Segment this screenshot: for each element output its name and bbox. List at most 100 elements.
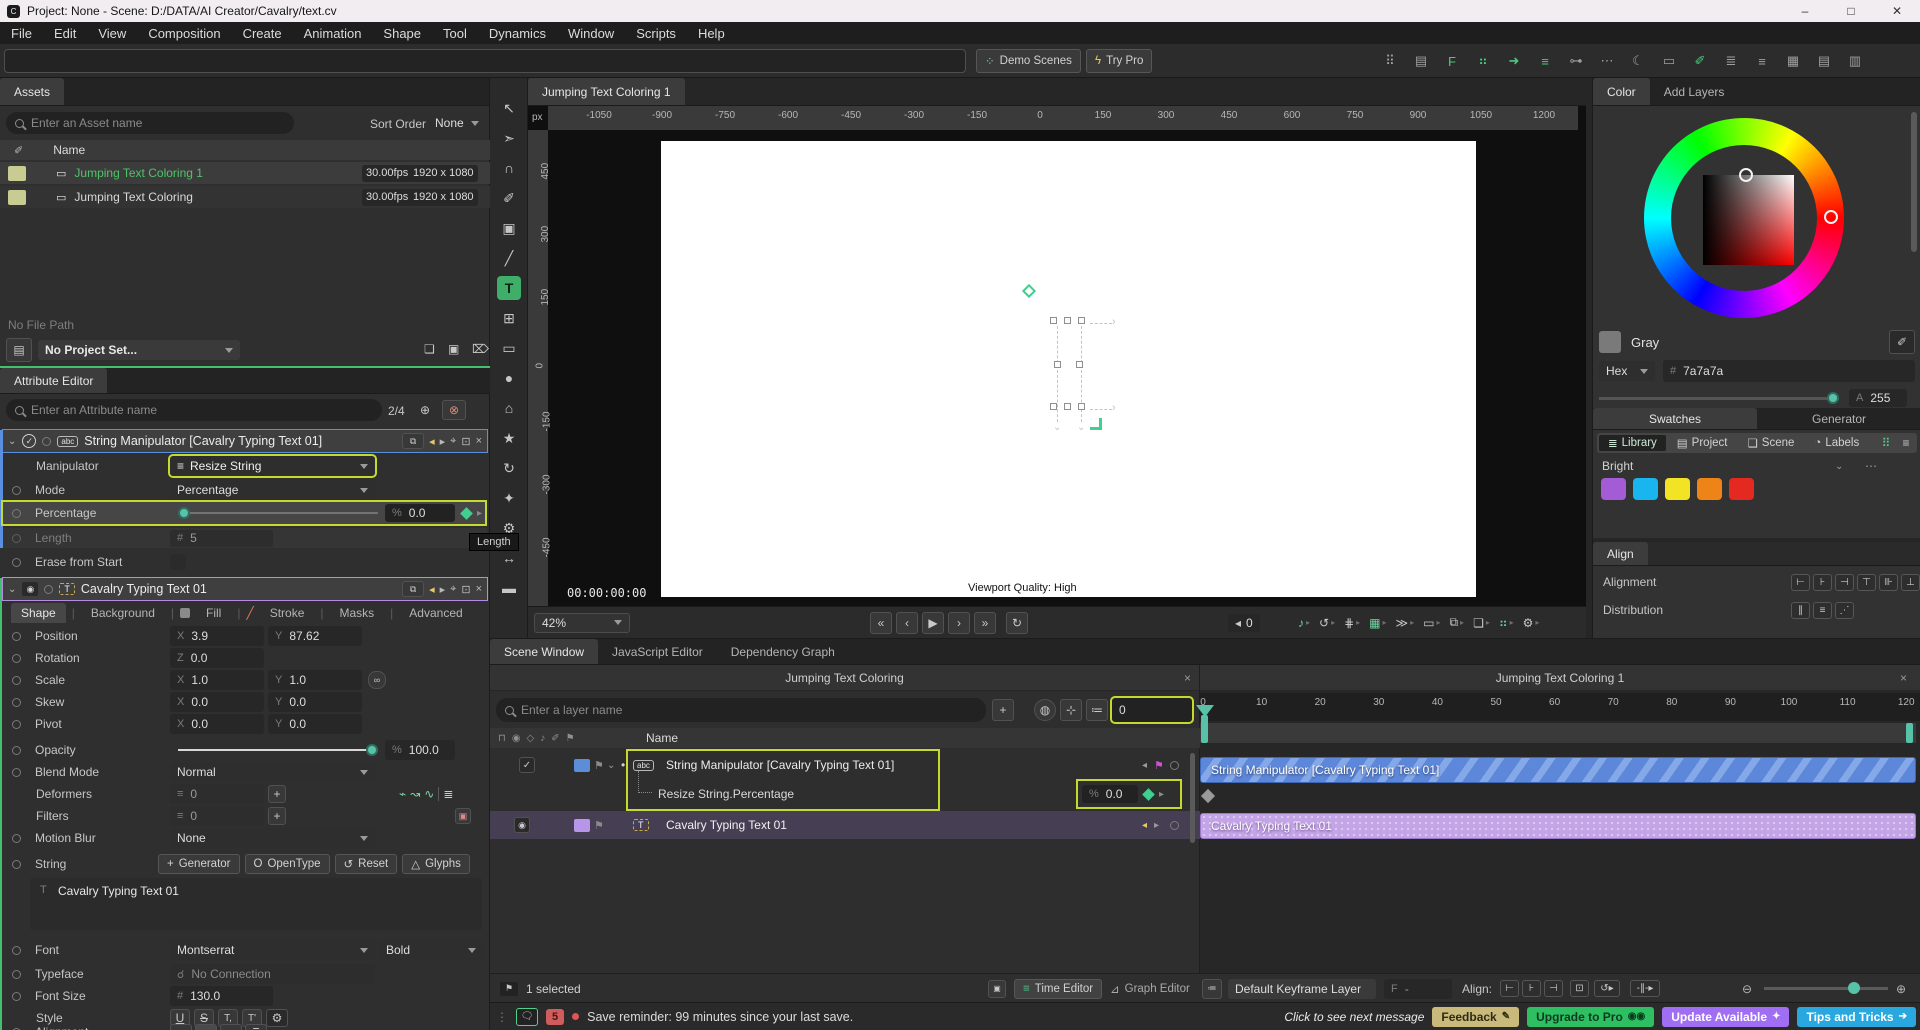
line-tool[interactable]: ╱ bbox=[497, 246, 521, 270]
alpha-handle[interactable] bbox=[1827, 392, 1839, 404]
manipulator-dropdown[interactable]: ≡ Resize String bbox=[170, 456, 375, 476]
select-similar-icon[interactable]: ⊹ bbox=[1060, 699, 1082, 721]
align-horizontal-icon-2[interactable]: ⊣ bbox=[1835, 574, 1854, 591]
swatch-source-scene[interactable]: ❏ Scene bbox=[1738, 435, 1803, 451]
toolbar-icon-9[interactable]: ▭ bbox=[1657, 53, 1681, 69]
viewport-option-icon-9[interactable]: ⚙▸ bbox=[1523, 616, 1540, 630]
more-icon[interactable]: ⋯ bbox=[1865, 459, 1877, 473]
viewport-option-icon-0[interactable]: ♪▸ bbox=[1298, 616, 1310, 630]
sv-selector[interactable] bbox=[1739, 168, 1753, 182]
keyframe-dot[interactable] bbox=[12, 654, 21, 663]
eye-icon[interactable]: ◉ bbox=[512, 733, 521, 744]
project-set-dropdown[interactable]: No Project Set... bbox=[38, 340, 240, 360]
viewport-option-icon-1[interactable]: ↺▸ bbox=[1319, 616, 1335, 630]
skew-x-field[interactable]: X0.0 bbox=[170, 692, 264, 712]
keyframe-dot[interactable] bbox=[12, 632, 21, 641]
keyframe-dot[interactable] bbox=[12, 698, 21, 707]
panel-scrollbar[interactable] bbox=[1911, 112, 1917, 252]
tab-add-layers[interactable]: Add Layers bbox=[1650, 78, 1739, 105]
toolbar-icon-6[interactable]: ⊶ bbox=[1564, 53, 1588, 69]
tab-generator[interactable]: Generator bbox=[1757, 408, 1920, 429]
track-string-manipulator[interactable]: String Manipulator [Cavalry Typing Text … bbox=[1200, 757, 1916, 783]
keyframe-dot[interactable] bbox=[12, 676, 21, 685]
pivot-x-field[interactable]: X0.0 bbox=[170, 714, 264, 734]
add-filter-button[interactable]: + bbox=[268, 807, 286, 825]
font-dropdown[interactable]: Montserrat bbox=[170, 940, 375, 960]
align-vertical-icon-0[interactable]: ⊤ bbox=[1857, 574, 1876, 591]
keyframe-dot[interactable] bbox=[12, 992, 21, 1001]
list-view-icon[interactable]: ≡ bbox=[1897, 436, 1915, 450]
color-filter-icon[interactable]: ◍ bbox=[1034, 699, 1056, 721]
alpha-slider[interactable] bbox=[1599, 397, 1839, 400]
align-keys-center-icon[interactable]: ⊦ bbox=[1522, 980, 1541, 997]
flag-icon[interactable]: ⚑ bbox=[566, 733, 575, 744]
swatch-chip-3[interactable] bbox=[1697, 478, 1722, 500]
toolbar-icon-12[interactable]: ≡ bbox=[1750, 54, 1774, 69]
solo-dot-icon[interactable] bbox=[44, 585, 53, 594]
toolbar-icon-5[interactable]: ≡ bbox=[1533, 54, 1557, 69]
attribute-search-input[interactable]: Enter an Attribute name bbox=[6, 399, 382, 421]
frame-counter-chip[interactable]: ◂0 bbox=[1228, 614, 1260, 632]
select-tool[interactable]: ↖ bbox=[497, 96, 521, 120]
feedback-badge[interactable]: Feedback✎ bbox=[1432, 1007, 1519, 1027]
track-typing-text[interactable]: Cavalry Typing Text 01 bbox=[1200, 813, 1916, 839]
deformer-menu-icon[interactable]: ≣ bbox=[438, 787, 453, 801]
add-layer-button[interactable]: + bbox=[992, 699, 1014, 721]
bend-deformer-icon[interactable]: ⌁ bbox=[399, 787, 406, 801]
generator-button[interactable]: +Generator bbox=[158, 854, 240, 874]
asset-row[interactable]: ▭ Jumping Text Coloring 30.00fps 1920 x … bbox=[0, 186, 490, 208]
close-button[interactable]: ✕ bbox=[1874, 0, 1920, 22]
hue-selector[interactable] bbox=[1824, 210, 1838, 224]
toolbar-icon-14[interactable]: ▤ bbox=[1812, 53, 1836, 69]
timeline-zoom-slider[interactable] bbox=[1764, 987, 1888, 990]
layer-name[interactable]: String Manipulator [Cavalry Typing Text … bbox=[666, 758, 894, 772]
visible-eye-icon[interactable]: ◉ bbox=[514, 817, 530, 833]
trash-icon[interactable]: ⌦ bbox=[472, 342, 489, 356]
pin-icon[interactable]: ⌖ bbox=[450, 435, 456, 448]
reset-button[interactable]: ↺Reset bbox=[335, 854, 398, 874]
frame-range-icon[interactable]: ⊡ bbox=[1570, 980, 1589, 997]
keyframe-diamond-icon[interactable] bbox=[1142, 788, 1155, 801]
scale-x-field[interactable]: X1.0 bbox=[170, 670, 264, 690]
keyframe-dot[interactable] bbox=[12, 558, 21, 567]
keyframe-dot[interactable] bbox=[12, 768, 21, 777]
toolbar-icon-2[interactable]: F bbox=[1440, 54, 1464, 69]
keyframe-dot[interactable] bbox=[12, 509, 21, 518]
camera-tool[interactable]: ▣ bbox=[497, 216, 521, 240]
skip-end-button[interactable]: » bbox=[974, 612, 996, 634]
deformers-field[interactable]: ≡0 bbox=[170, 784, 264, 804]
keyframe-dot[interactable] bbox=[12, 746, 21, 755]
percentage-slider[interactable] bbox=[178, 512, 378, 514]
align-vertical-icon-1[interactable]: ⊪ bbox=[1879, 574, 1898, 591]
command-input[interactable] bbox=[4, 49, 966, 73]
viewport-option-icon-2[interactable]: ⋕▸ bbox=[1344, 616, 1360, 630]
asset-search-input[interactable]: Enter an Asset name bbox=[6, 112, 294, 134]
tips-and-tricks-badge[interactable]: Tips and Tricks➔ bbox=[1797, 1007, 1916, 1027]
swatch-source-library[interactable]: ≣ Library bbox=[1599, 435, 1666, 451]
hex-field[interactable]: #7a7a7a bbox=[1663, 360, 1915, 382]
clear-search-icon[interactable]: ⊗ bbox=[442, 400, 466, 420]
layer-row-percentage[interactable]: Resize String.Percentage %0.0 ▸ bbox=[490, 779, 1200, 809]
prev-icon[interactable]: ◂ bbox=[429, 435, 435, 448]
node-icon[interactable]: ⧉ bbox=[402, 581, 424, 597]
toolbar-icon-0[interactable]: ⠿ bbox=[1378, 53, 1402, 69]
zoom-in-icon[interactable]: ⊕ bbox=[1896, 982, 1906, 996]
filter-settings-icon[interactable]: ≔ bbox=[1086, 699, 1108, 721]
chevron-down-icon[interactable]: ⌄ bbox=[8, 436, 16, 447]
motion-blur-dropdown[interactable]: None bbox=[170, 828, 375, 848]
rotation-field[interactable]: Z0.0 bbox=[170, 648, 264, 668]
render-icon[interactable]: ◇ bbox=[527, 733, 535, 744]
viewport-tab[interactable]: Jumping Text Coloring 1 bbox=[528, 78, 685, 105]
position-y-field[interactable]: Y87.62 bbox=[268, 626, 362, 646]
swatch-group-label[interactable]: Bright bbox=[1602, 459, 1633, 473]
close-icon[interactable]: × bbox=[1900, 671, 1907, 685]
erase-checkbox[interactable] bbox=[170, 554, 186, 570]
pin-icon[interactable]: ⌖ bbox=[450, 583, 456, 596]
expand-arrow-icon[interactable]: ▸ bbox=[1159, 789, 1164, 800]
rotate-tool[interactable]: ↻ bbox=[497, 456, 521, 480]
distribute-icon-0[interactable]: ∥ bbox=[1791, 602, 1810, 619]
menu-view[interactable]: View bbox=[87, 26, 137, 41]
capsule-tool[interactable]: ▬ bbox=[497, 576, 521, 600]
play-button[interactable]: ▶ bbox=[922, 612, 944, 634]
keyframe-layer-icon[interactable]: ≔ bbox=[1202, 979, 1222, 999]
